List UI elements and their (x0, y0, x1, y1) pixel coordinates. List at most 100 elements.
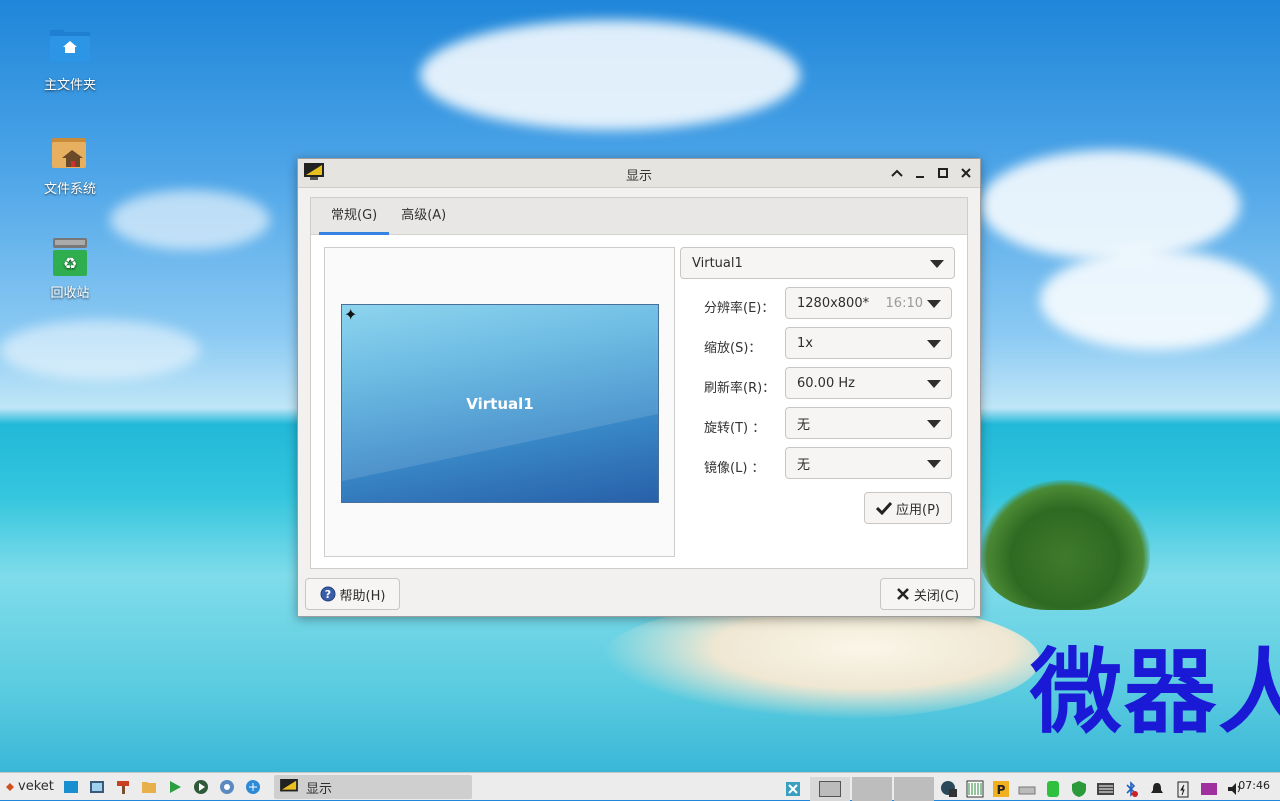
close-window-button[interactable] (957, 164, 974, 181)
chevron-up-icon (890, 169, 903, 177)
display-preview: ✦ Virtual1 (324, 247, 675, 557)
minimize-icon (915, 175, 924, 178)
battery-icon[interactable] (1174, 780, 1192, 798)
screenshot-icon[interactable] (88, 778, 106, 796)
output-select-value: Virtual1 (692, 255, 743, 271)
scale-select[interactable]: 1x (785, 327, 952, 359)
cloud (110, 190, 270, 250)
dropdown-arrow-icon (927, 420, 941, 428)
primary-display-star-icon: ✦ (344, 305, 358, 324)
workspace-2[interactable] (852, 777, 892, 801)
resolution-value: 1280x800* (797, 295, 870, 311)
rotation-select[interactable]: 无 (785, 407, 952, 439)
system-tray: P (780, 777, 1248, 801)
start-menu-button[interactable]: veket (6, 779, 54, 794)
dropdown-arrow-icon (927, 300, 941, 308)
close-button-label: 关闭(C) (913, 588, 960, 604)
browser-icon[interactable] (244, 778, 262, 796)
storage-icon[interactable] (1044, 780, 1062, 798)
maximize-button[interactable] (934, 164, 951, 181)
home-folder-icon (50, 28, 90, 68)
cloud (1040, 250, 1270, 350)
workspace-3[interactable] (894, 777, 934, 801)
apply-button[interactable]: 应用(P) (864, 492, 952, 524)
close-icon (896, 588, 909, 600)
tab-general[interactable]: 常规(G) (319, 198, 390, 235)
dropdown-arrow-icon (927, 460, 941, 468)
cpu-monitor-icon[interactable] (966, 780, 984, 798)
help-icon: ? (320, 586, 336, 602)
desktop-icon-label: 回收站 (50, 286, 90, 301)
output-select[interactable]: Virtual1 (680, 247, 955, 279)
network-tool-icon[interactable] (218, 778, 236, 796)
svg-text:?: ? (324, 588, 330, 601)
taskbar-clock[interactable]: 07:46 (1238, 779, 1270, 792)
start-menu-label: veket (18, 779, 54, 794)
mirror-select[interactable]: 无 (785, 447, 952, 479)
app-launcher-icon[interactable] (192, 778, 210, 796)
desktop-icon-filesystem[interactable]: 文件系统 (20, 132, 120, 197)
trash-icon: ♻ (50, 236, 90, 276)
dropdown-arrow-icon (927, 340, 941, 348)
scale-label: 缩放(S)： (704, 341, 762, 356)
cloud (980, 150, 1240, 260)
cloud (0, 320, 200, 380)
checkmark-icon (876, 501, 892, 515)
drive-icon[interactable] (1018, 780, 1036, 798)
rotation-label: 旋转(T) ： (704, 421, 766, 436)
notification-bell-icon[interactable] (1148, 780, 1166, 798)
taskbar-window-display[interactable]: 显示 (274, 775, 472, 799)
show-desktop-icon[interactable] (62, 778, 80, 796)
resolution-select[interactable]: 1280x800* 16:10 (785, 287, 952, 319)
apply-button-label: 应用(P) (896, 502, 940, 518)
window-titlebar[interactable]: 显示 (298, 159, 980, 188)
scale-value: 1x (797, 335, 813, 351)
island (980, 480, 1150, 610)
help-button[interactable]: ? 帮助(H) (305, 578, 400, 610)
refresh-rate-value: 60.00 Hz (797, 375, 855, 391)
bluetooth-icon[interactable] (1122, 780, 1140, 798)
svg-text:P: P (997, 783, 1006, 797)
display-settings-window: 显示 常规(G) 高级(A) ✦ Virtual1 Virtual1 分辨率(E… (297, 158, 981, 617)
cloud (420, 20, 800, 130)
media-player-icon[interactable] (166, 778, 184, 796)
refresh-rate-label: 刷新率(R)： (704, 381, 776, 396)
monitor-name: Virtual1 (466, 395, 534, 413)
desktop-icon-label: 主文件夹 (43, 78, 96, 93)
filesystem-folder-icon (50, 132, 90, 172)
minimize-button[interactable] (911, 164, 928, 181)
desktop-icon-label: 文件系统 (43, 182, 96, 197)
package-manager-icon[interactable]: P (992, 780, 1010, 798)
svg-text:♻: ♻ (63, 254, 77, 273)
firewall-shield-icon[interactable] (1070, 780, 1088, 798)
window-title: 显示 (625, 169, 652, 184)
workspace-1[interactable] (810, 777, 850, 801)
clipboard-icon[interactable] (1200, 780, 1218, 798)
taskbar-window-label: 显示 (306, 781, 333, 797)
desktop-icon-trash[interactable]: ♻ 回收站 (20, 236, 120, 301)
help-button-label: 帮助(H) (339, 588, 386, 604)
refresh-rate-select[interactable]: 60.00 Hz (785, 367, 952, 399)
settings-tool-icon[interactable] (114, 778, 132, 796)
desktop-icon-home[interactable]: 主文件夹 (20, 28, 120, 93)
aspect-ratio: 16:10 (885, 295, 923, 311)
shade-button[interactable] (888, 164, 905, 181)
rotation-value: 无 (797, 417, 811, 433)
dropdown-arrow-icon (927, 380, 941, 388)
monitor-preview[interactable]: ✦ Virtual1 (341, 304, 659, 503)
menu-diamond-icon (6, 782, 14, 791)
tab-advanced[interactable]: 高级(A) (389, 198, 458, 234)
mirror-value: 无 (797, 457, 811, 473)
watermark-text: 微器人 (1030, 639, 1280, 746)
close-button[interactable]: 关闭(C) (880, 578, 975, 610)
network-status-icon[interactable] (940, 780, 958, 798)
tab-bar: 常规(G) 高级(A) (311, 198, 967, 235)
display-app-icon (280, 779, 298, 792)
tab-panel: 常规(G) 高级(A) ✦ Virtual1 Virtual1 分辨率(E)： … (310, 197, 968, 569)
close-icon (960, 167, 971, 178)
resolution-label: 分辨率(E)： (704, 301, 775, 316)
keyboard-icon[interactable] (1096, 780, 1114, 798)
file-manager-icon[interactable] (140, 778, 158, 796)
sandbar (600, 600, 1040, 720)
x-tool-icon[interactable] (784, 780, 802, 798)
